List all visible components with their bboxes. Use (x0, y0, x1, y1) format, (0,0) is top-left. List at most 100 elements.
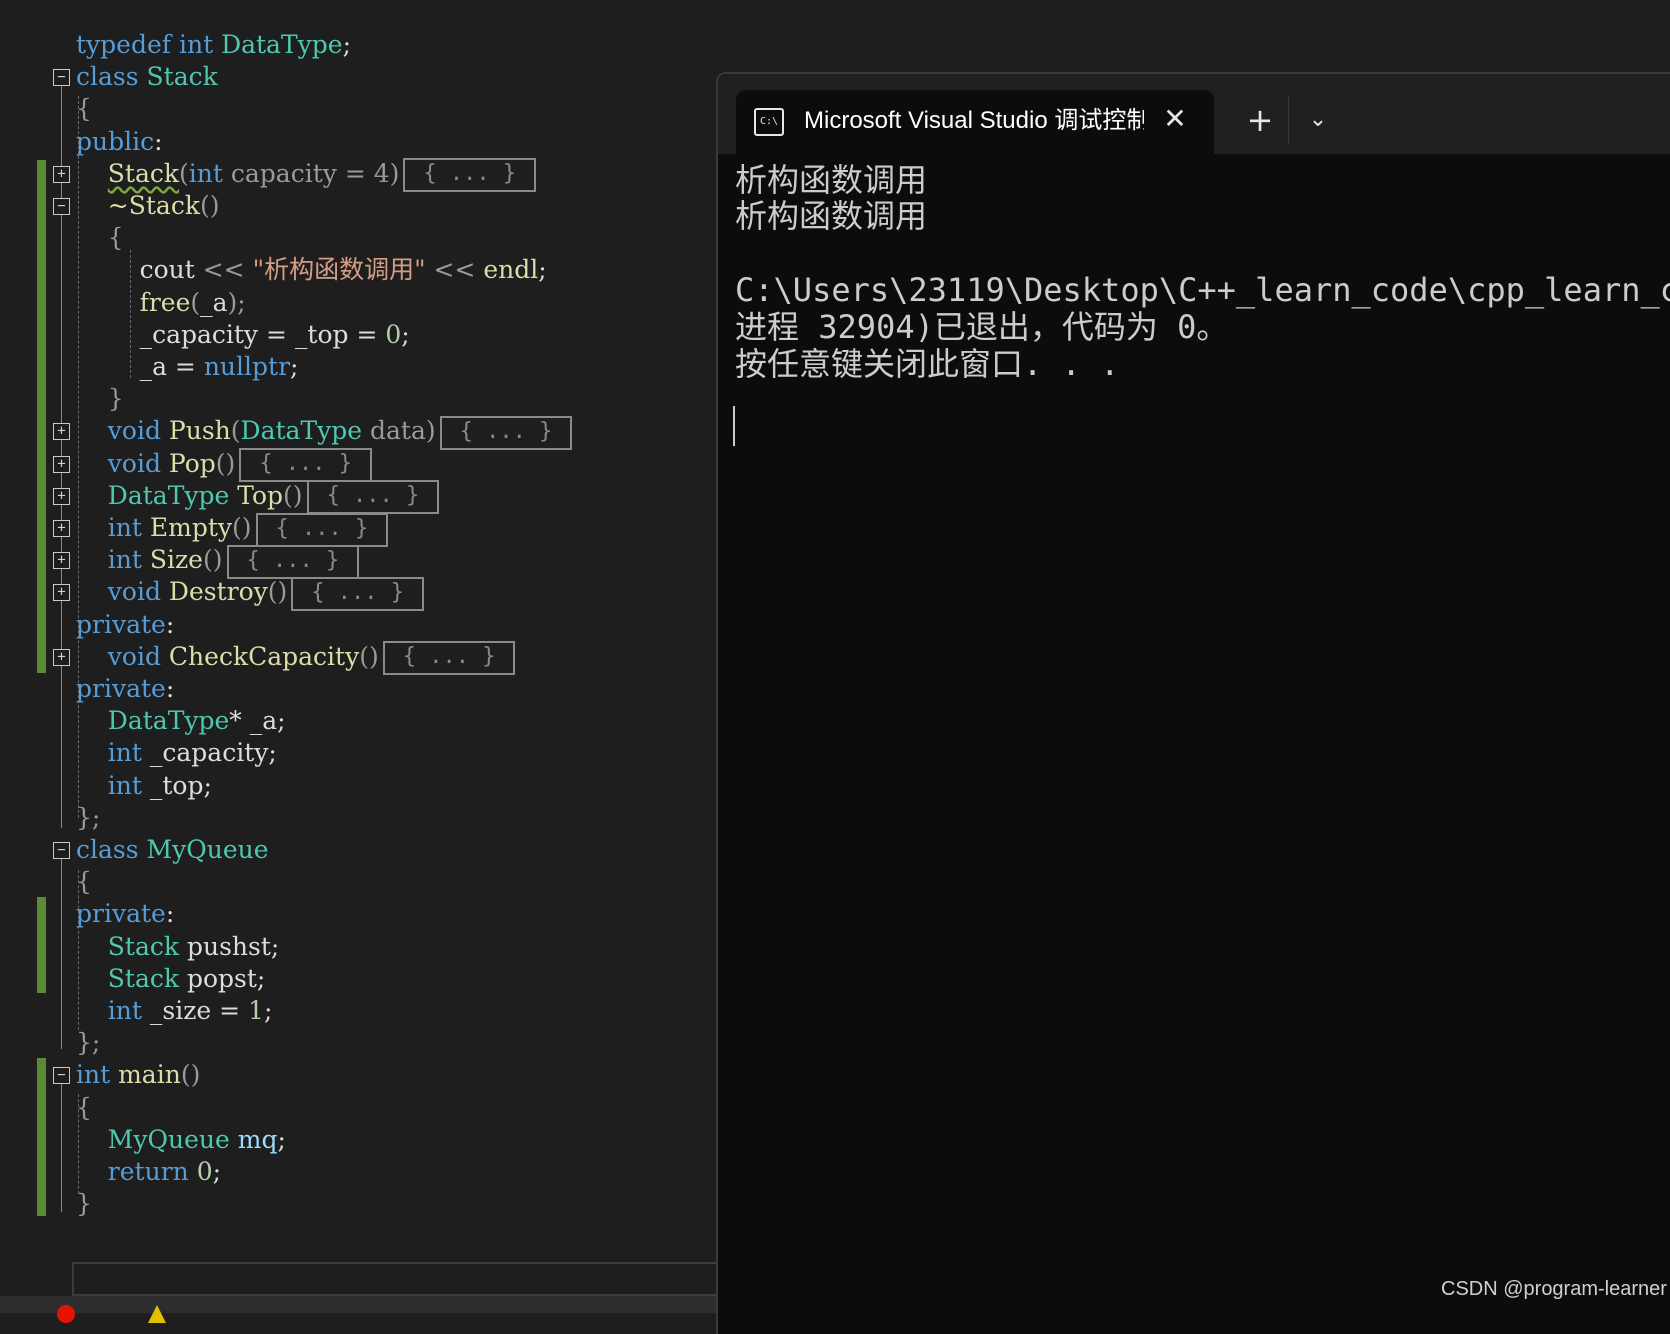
code-line[interactable]: return 0; (76, 1155, 221, 1189)
code-line[interactable]: cout << "析构函数调用" << endl; (76, 253, 547, 287)
code-token: Stack (146, 62, 218, 92)
code-token: _a = (139, 352, 204, 381)
code-line[interactable]: void Pop(){ ... } (76, 447, 373, 483)
collapse-fold-icon[interactable]: − (53, 1067, 70, 1085)
console-titlebar[interactable]: C:\ Microsoft Visual Studio 调试控制台 ✕ + ⌄ (718, 74, 1670, 154)
code-token: return (107, 1157, 197, 1186)
code-line[interactable]: _a = nullptr; (76, 350, 299, 384)
expand-fold-icon[interactable]: + (53, 552, 70, 570)
horizontal-scrollbar[interactable] (0, 1296, 716, 1313)
code-line[interactable]: Stack popst; (76, 962, 266, 996)
console-tab[interactable]: C:\ Microsoft Visual Studio 调试控制台 ✕ (736, 90, 1214, 154)
code-token: class (76, 835, 147, 864)
expand-fold-icon[interactable]: + (53, 487, 70, 505)
chevron-down-icon[interactable]: ⌄ (1298, 100, 1338, 140)
code-token: Destroy (168, 577, 268, 607)
code-token: ; (401, 319, 410, 349)
change-indicator (37, 897, 46, 993)
collapse-fold-icon[interactable]: − (53, 198, 70, 215)
debug-console-window[interactable]: C:\ Microsoft Visual Studio 调试控制台 ✕ + ⌄ … (716, 72, 1670, 1334)
code-line[interactable]: int _capacity; (76, 736, 277, 770)
code-line[interactable]: }; (76, 801, 100, 835)
code-line[interactable]: int _size = 1; (76, 994, 273, 1028)
new-tab-button[interactable]: + (1240, 100, 1280, 140)
code-token: void (107, 448, 169, 478)
code-line[interactable]: _capacity = _top = 0; (76, 318, 410, 352)
collapsed-block-indicator[interactable]: { ... } (291, 576, 424, 611)
code-line[interactable]: }; (76, 1026, 100, 1060)
collapsed-block-indicator[interactable]: { ... } (439, 415, 573, 450)
collapse-fold-icon[interactable]: − (53, 69, 70, 87)
code-token: DataType (221, 30, 343, 59)
code-line[interactable]: private: (76, 897, 174, 931)
collapsed-block-indicator[interactable]: { ... } (306, 480, 440, 515)
terminal-icon: C:\ (754, 108, 784, 136)
code-line[interactable]: int Empty(){ ... } (76, 511, 389, 547)
code-line[interactable]: { (76, 221, 124, 255)
code-line[interactable]: class Stack (76, 60, 218, 94)
code-token: private (76, 899, 166, 929)
expand-fold-icon[interactable]: + (53, 455, 70, 473)
code-token: << (425, 255, 484, 285)
code-token: Pop (168, 448, 216, 478)
code-line[interactable]: int main() (76, 1058, 200, 1092)
collapsed-block-indicator[interactable]: { ... } (239, 448, 373, 483)
close-icon[interactable]: ✕ (1158, 102, 1192, 136)
expand-fold-icon[interactable]: + (53, 648, 70, 666)
code-line[interactable]: ~Stack() (76, 189, 220, 223)
code-line[interactable]: class MyQueue (76, 833, 269, 867)
code-line[interactable]: { (76, 865, 92, 899)
code-token: ) (389, 158, 400, 188)
expand-fold-icon[interactable]: + (53, 423, 70, 441)
code-token: _a (200, 287, 228, 317)
collapsed-block-indicator[interactable]: { ... } (255, 512, 389, 547)
code-token: private (76, 609, 166, 639)
expand-fold-icon[interactable]: + (53, 165, 70, 183)
collapsed-block-indicator[interactable]: { ... } (226, 544, 360, 579)
code-token: mq (237, 1124, 278, 1154)
code-token: nullptr (203, 352, 291, 381)
code-token: "析构函数调用" (252, 255, 426, 285)
error-status-icon[interactable] (57, 1305, 75, 1323)
code-line[interactable]: } (76, 1187, 92, 1221)
code-line[interactable]: void Push(DataType data){ ... } (76, 414, 573, 450)
code-line[interactable]: Stack(int capacity = 4){ ... } (76, 157, 537, 193)
code-line[interactable]: void Destroy(){ ... } (76, 575, 424, 611)
change-indicator (37, 160, 46, 673)
code-line[interactable]: DataType Top(){ ... } (76, 479, 440, 515)
code-line[interactable]: free(_a); (76, 286, 246, 320)
code-token: public (76, 126, 155, 156)
code-line[interactable]: { (76, 92, 92, 126)
console-line: 析构函数调用 (735, 197, 928, 235)
collapsed-block-indicator[interactable]: { ... } (382, 641, 516, 676)
collapse-fold-icon[interactable]: − (53, 842, 70, 859)
code-line[interactable]: int Size(){ ... } (76, 543, 360, 579)
code-line[interactable]: public: (76, 125, 163, 159)
code-line[interactable]: typedef int DataType; (76, 28, 351, 62)
code-token: class (76, 62, 147, 92)
code-line[interactable]: void CheckCapacity(){ ... } (76, 640, 516, 676)
code-line[interactable]: int _top; (76, 769, 212, 803)
code-editor[interactable]: typedef int DataType; class Stack{public:… (0, 0, 720, 1323)
code-line[interactable]: private: (76, 608, 174, 642)
expand-fold-icon[interactable]: + (53, 520, 70, 537)
code-line[interactable]: } (76, 382, 124, 416)
code-line[interactable]: MyQueue mq; (76, 1123, 286, 1157)
code-token: typedef (76, 30, 179, 59)
expand-fold-icon[interactable]: + (53, 584, 70, 602)
code-line[interactable]: { (76, 1091, 92, 1125)
code-token: void (107, 416, 169, 446)
code-line[interactable]: DataType* _a; (76, 704, 286, 738)
code-line[interactable]: Stack pushst; (76, 930, 280, 964)
code-token: int (107, 513, 150, 542)
code-line[interactable]: private: (76, 672, 174, 706)
code-token: () (232, 513, 252, 542)
collapsed-block-indicator[interactable]: { ... } (403, 158, 537, 193)
